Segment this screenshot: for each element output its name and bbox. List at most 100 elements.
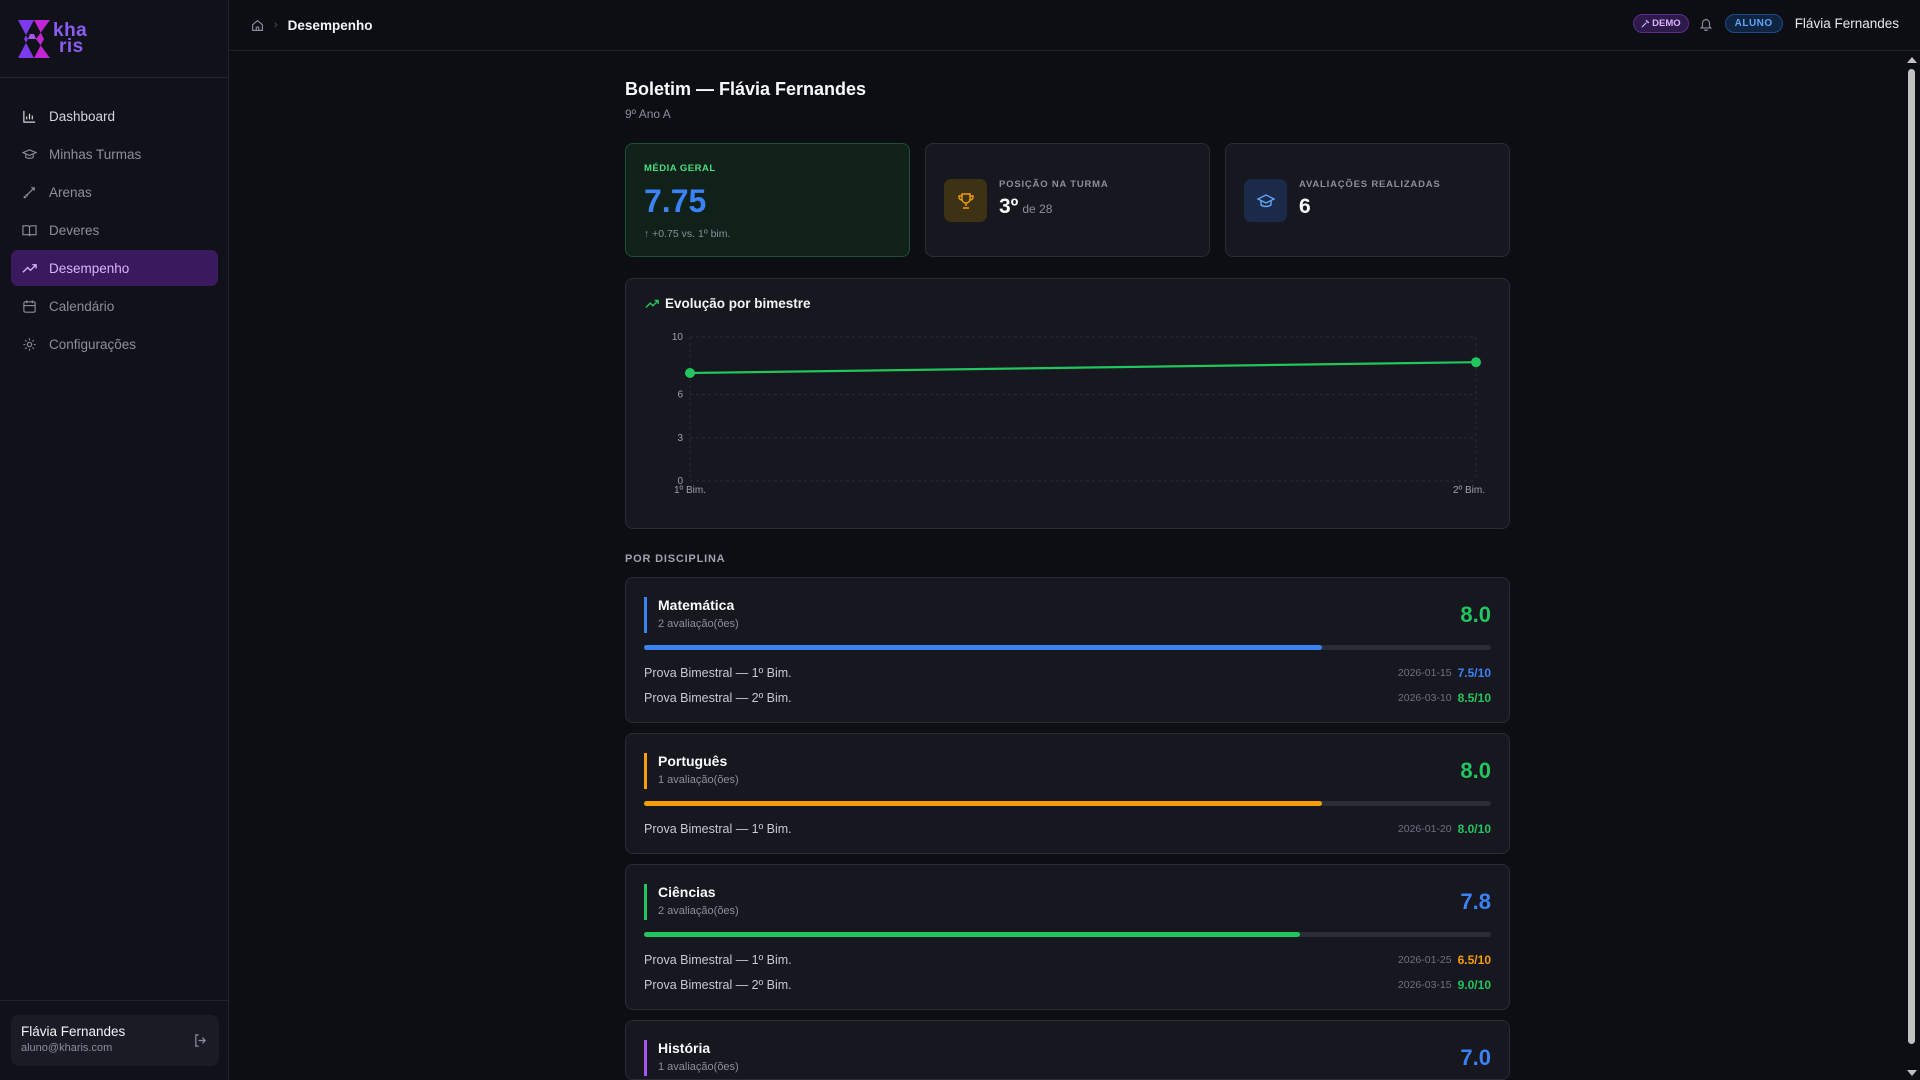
sidebar-item-arenas[interactable]: Arenas [11,174,218,210]
subject-progress [644,801,1491,806]
x-tick-label: 2º Bim. [1453,485,1485,496]
sidebar-footer: Flávia Fernandes aluno@kharis.com [0,1000,228,1080]
user-email: aluno@kharis.com [21,1042,113,1054]
sidebar-item-deveres[interactable]: Deveres [11,212,218,248]
subject-progress-fill [644,801,1322,806]
sidebar-item-label: Dashboard [49,108,116,124]
sidebar-item-desempenho[interactable]: Desempenho [11,250,218,286]
trophy-icon-box [944,179,987,222]
scroll-thumb[interactable] [1908,69,1915,1044]
book-open-icon [22,224,37,236]
subject-progress [644,932,1491,937]
sidebar: kha ris Dashboard Minhas Turmas Arenas D… [0,0,229,1080]
header-actions: DEMO ALUNO Flávia Fernandes [1633,14,1899,33]
subject-progress-fill [644,932,1301,937]
subject-header: Português 1 avaliação(ões) 8.0 [644,753,1491,789]
assessment-meta: 2026-01-15 7.5/10 [1398,666,1491,680]
assessment-date: 2026-01-15 [1397,666,1452,679]
sidebar-item-minhas-turmas[interactable]: Minhas Turmas [11,136,218,172]
assessment-row: Prova Bimestral — 1º Bim. 2026-01-15 7.5/1… [644,660,1491,685]
scrollbar[interactable] [1903,51,1920,1080]
assessment-date: 2026-01-20 [1397,822,1452,835]
top-header: › Desempenho DEMO ALUNO Flávia Fernandes [229,0,1920,51]
subject-accent: História 1 avaliação(ões) [644,1040,739,1076]
trophy-icon [957,192,974,209]
stat-average-value: 7.75 [644,183,707,219]
subject-card[interactable]: Português 1 avaliação(ões) 8.0 Prova Bimest… [625,733,1510,854]
demo-badge: DEMO [1633,14,1689,33]
subject-count: 1 avaliação(ões) [658,774,739,786]
subjects-list: Matemática 2 avaliação(ões) 8.0 Prova Bimes… [625,577,1510,1080]
sidebar-item-calendario[interactable]: Calendário [11,288,218,324]
y-tick-label: 6 [677,390,683,401]
sidebar-item-configuracoes[interactable]: Configurações [11,326,218,362]
subject-grade: 7.0 [1460,1045,1491,1070]
assessment-meta: 2026-01-20 8.0/10 [1398,822,1491,836]
header-user-name[interactable]: Flávia Fernandes [1795,16,1899,31]
subject-card[interactable]: História 1 avaliação(ões) 7.0 [625,1020,1510,1080]
evolution-chart-card: Evolução por bimestre 0 3 6 10 1º Bim. 2º Bim… [625,278,1510,529]
series-line [689,361,1477,375]
demo-badge-label: DEMO [1652,18,1681,29]
subject-accent: Ciências 2 avaliação(ões) [644,884,739,920]
sidebar-item-label: Deveres [49,222,100,238]
subject-accent: Português 1 avaliação(ões) [644,753,739,789]
subject-name: Ciências [658,884,716,900]
assessment-meta: 2026-03-15 9.0/10 [1398,978,1491,992]
assessment-name: Prova Bimestral — 2º Bim. [644,977,792,992]
y-tick-label: 3 [677,433,683,444]
stat-card-position: POSIÇÃO NA TURMA 3º de 28 [925,143,1210,257]
subject-grade: 8.0 [1460,602,1491,627]
data-point [1471,357,1481,368]
sidebar-item-dashboard[interactable]: Dashboard [11,98,218,134]
stat-label: AVALIAÇÕES REALIZADAS [1299,179,1441,190]
sparkle-icon [1641,19,1650,28]
subject-header: Ciências 2 avaliação(ões) 7.8 [644,884,1491,920]
stat-trend: ↑ +0.75 vs. 1º bim. [644,228,731,240]
logo[interactable]: kha ris [0,0,228,78]
assessment-name: Prova Bimestral — 1º Bim. [644,665,792,680]
position-total: de 28 [1022,202,1053,216]
sidebar-item-label: Calendário [49,298,115,314]
y-tick-label: 10 [672,332,684,343]
scroll-down-arrow[interactable] [1907,1070,1917,1076]
graduation-cap-icon [1255,193,1276,207]
assessment-row: Prova Bimestral — 1º Bim. 2026-01-20 8.0/1… [644,816,1491,841]
logo-text: kha ris [53,19,88,57]
sidebar-item-label: Minhas Turmas [49,146,142,162]
subject-progress-fill [644,645,1322,650]
subject-name: Matemática [658,597,735,613]
evolution-chart: 036101º Bim. 2º Bim. [672,332,1485,496]
scroll-up-arrow[interactable] [1907,57,1917,63]
gear-icon [23,337,36,351]
sidebar-item-label: Arenas [49,184,92,200]
assessment-score: 8.0/10 [1457,821,1491,836]
assessment-list: Prova Bimestral — 1º Bim. 2026-01-25 6.5/1… [644,947,1491,997]
sidebar-nav: Dashboard Minhas Turmas Arenas Deveres D… [0,78,228,362]
stat-card-evaluations: AVALIAÇÕES REALIZADAS 6 [1225,143,1510,257]
subject-card[interactable]: Matemática 2 avaliação(ões) 8.0 Prova Bimes… [625,577,1510,723]
data-point [685,368,695,378]
assessment-score: 7.5/10 [1457,665,1491,680]
assessment-meta: 2026-01-25 6.5/10 [1398,953,1491,967]
page-subtitle: 9º Ano A [625,107,671,121]
stat-card-average: MÉDIA GERAL 7.75 ↑ +0.75 vs. 1º bim. [625,143,910,257]
subject-header: História 1 avaliação(ões) 7.0 [644,1040,1491,1076]
logout-icon[interactable] [193,1033,208,1048]
subject-count: 2 avaliação(ões) [658,905,739,917]
subject-card[interactable]: Ciências 2 avaliação(ões) 7.8 Prova Bimestr… [625,864,1510,1010]
page-title: Boletim — Flávia Fernandes [625,79,867,99]
subject-count: 1 avaliação(ões) [658,1061,739,1073]
assessment-score: 8.5/10 [1457,690,1491,705]
subject-name: História [658,1040,711,1056]
calendar-icon [23,299,36,313]
stat-label: MÉDIA GERAL [644,163,716,174]
trending-up-icon [22,263,37,273]
sidebar-item-label: Configurações [49,336,137,352]
subject-progress [644,645,1491,650]
home-icon[interactable] [251,19,264,32]
user-name: Flávia Fernandes [21,1024,126,1039]
subject-name: Português [658,753,728,769]
bell-icon[interactable] [1699,17,1713,31]
assessment-row: Prova Bimestral — 1º Bim. 2026-01-25 6.5/1… [644,947,1491,972]
